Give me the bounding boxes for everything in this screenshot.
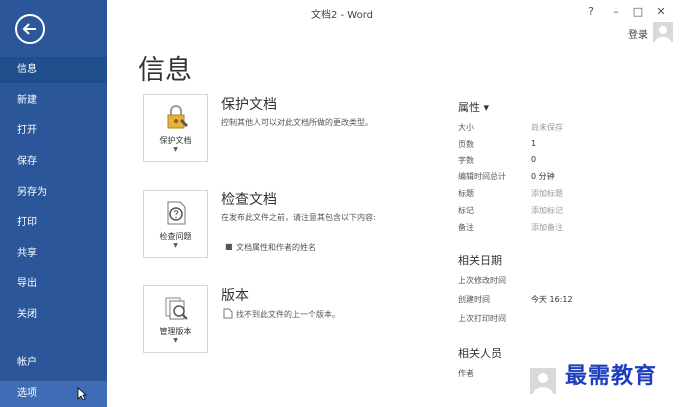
prop-key: 页数 [458, 140, 474, 149]
add-comment-field[interactable]: 添加备注 [531, 222, 563, 233]
add-title-field[interactable]: 添加标题 [531, 188, 563, 199]
close-button[interactable]: ✕ [654, 5, 668, 18]
protect-card-label: 保护文档 [159, 136, 192, 145]
chevron-down-icon: ▼ [173, 337, 178, 344]
nav-options[interactable]: 选项 [0, 381, 107, 407]
help-button[interactable]: ? [584, 5, 598, 18]
prop-value: 1 [531, 139, 537, 148]
user-avatar-icon[interactable] [653, 22, 673, 42]
back-arrow-icon [22, 23, 36, 35]
inspect-description: 在发布此文件之前，请注意其包含以下内容: [221, 213, 376, 222]
nav-save-as[interactable]: 另存为 [0, 180, 107, 206]
author-key: 作者 [458, 369, 474, 378]
document-icon [223, 308, 233, 319]
nav-export[interactable]: 导出 [0, 271, 107, 297]
lock-icon [167, 105, 188, 129]
title-bar: 文档2 - Word ? – □ ✕ [107, 0, 685, 24]
inspect-title: 检查文档 [221, 192, 277, 208]
manage-versions-button[interactable]: 管理版本 ▼ [143, 285, 208, 353]
check-card-label: 检查问题 [159, 232, 192, 241]
related-dates-header: 相关日期 [458, 254, 502, 267]
date-key: 创建时间 [458, 295, 490, 304]
mouse-cursor-icon [77, 387, 87, 401]
date-value: 今天 16:12 [531, 295, 573, 304]
date-key: 上次修改时间 [458, 276, 506, 285]
date-key: 上次打印时间 [458, 314, 506, 323]
prop-key: 字数 [458, 156, 474, 165]
signin-link[interactable]: 登录 [628, 26, 648, 41]
inspect-bullet-text: 文档属性和作者的姓名 [236, 243, 316, 252]
window-title: 文档2 - Word [310, 10, 374, 21]
versions-icon [165, 297, 188, 320]
prop-key: 备注 [458, 223, 474, 232]
chevron-down-icon: ▼ [173, 242, 178, 249]
related-people-header: 相关人员 [458, 347, 502, 360]
nav-save[interactable]: 保存 [0, 149, 107, 175]
page-title: 信息 [138, 55, 192, 86]
nav-info[interactable]: 信息 [0, 57, 107, 83]
nav-new[interactable]: 新建 [0, 88, 107, 114]
bullet-icon: ■ [225, 242, 233, 251]
versions-title: 版本 [221, 288, 249, 304]
check-issues-button[interactable]: 检查问题 ▼ [143, 190, 208, 258]
prop-key: 大小 [458, 123, 474, 132]
versions-description: 找不到此文件的上一个版本。 [236, 310, 340, 319]
prop-key: 编辑时间总计 [458, 172, 506, 181]
author-avatar-icon [530, 368, 556, 394]
nav-share[interactable]: 共享 [0, 241, 107, 267]
nav-open[interactable]: 打开 [0, 118, 107, 144]
inspect-document-icon [167, 201, 186, 225]
protect-document-button[interactable]: 保护文档 ▼ [143, 94, 208, 162]
backstage-sidebar: 信息 新建 打开 保存 另存为 打印 共享 导出 关闭 帐户 选项 [0, 0, 107, 407]
versions-card-label: 管理版本 [159, 327, 192, 336]
nav-close[interactable]: 关闭 [0, 302, 107, 328]
minimize-button[interactable]: – [609, 5, 623, 18]
protect-title: 保护文档 [221, 97, 277, 113]
back-button[interactable] [15, 14, 45, 44]
nav-print[interactable]: 打印 [0, 210, 107, 236]
prop-value: 尚未保存 [531, 123, 563, 132]
prop-key: 标记 [458, 206, 474, 215]
watermark-logo: 最需教育 [565, 363, 658, 389]
nav-account[interactable]: 帐户 [0, 350, 107, 376]
add-tag-field[interactable]: 添加标记 [531, 205, 563, 216]
chevron-down-icon: ▼ [173, 146, 178, 153]
prop-value: 0 [531, 155, 537, 164]
protect-description: 控制其他人可以对此文档所做的更改类型。 [221, 118, 373, 127]
maximize-button[interactable]: □ [631, 5, 645, 18]
properties-header[interactable]: 属性 ▾ [458, 99, 489, 115]
prop-key: 标题 [458, 189, 474, 198]
prop-value: 0 分钟 [531, 172, 555, 181]
